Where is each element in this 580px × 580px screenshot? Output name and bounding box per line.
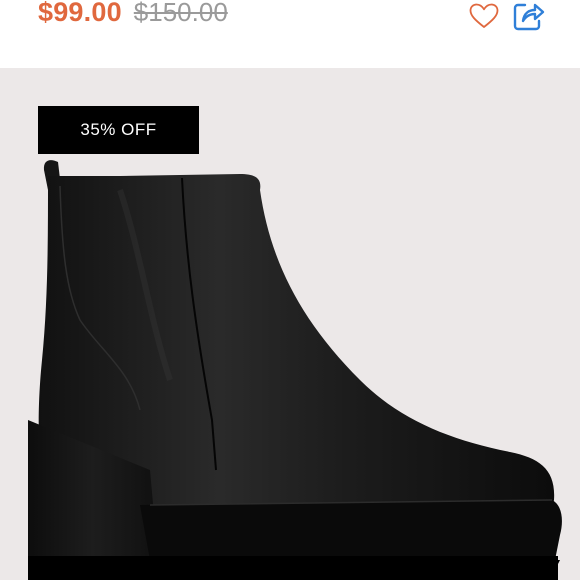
original-price: $150.00 <box>133 0 228 27</box>
share-button[interactable] <box>513 0 545 32</box>
discount-badge: 35% OFF <box>38 106 199 154</box>
listing-header: $99.00 $150.00 <box>0 0 580 68</box>
current-price: $99.00 <box>38 0 122 27</box>
heart-outline-icon <box>469 3 499 28</box>
product-image[interactable]: 35% OFF <box>0 68 580 580</box>
discount-badge-label: 35% OFF <box>80 120 157 139</box>
price-row: $99.00 $150.00 <box>38 0 228 32</box>
like-button[interactable] <box>468 0 500 32</box>
share-arrow-icon <box>513 3 545 31</box>
